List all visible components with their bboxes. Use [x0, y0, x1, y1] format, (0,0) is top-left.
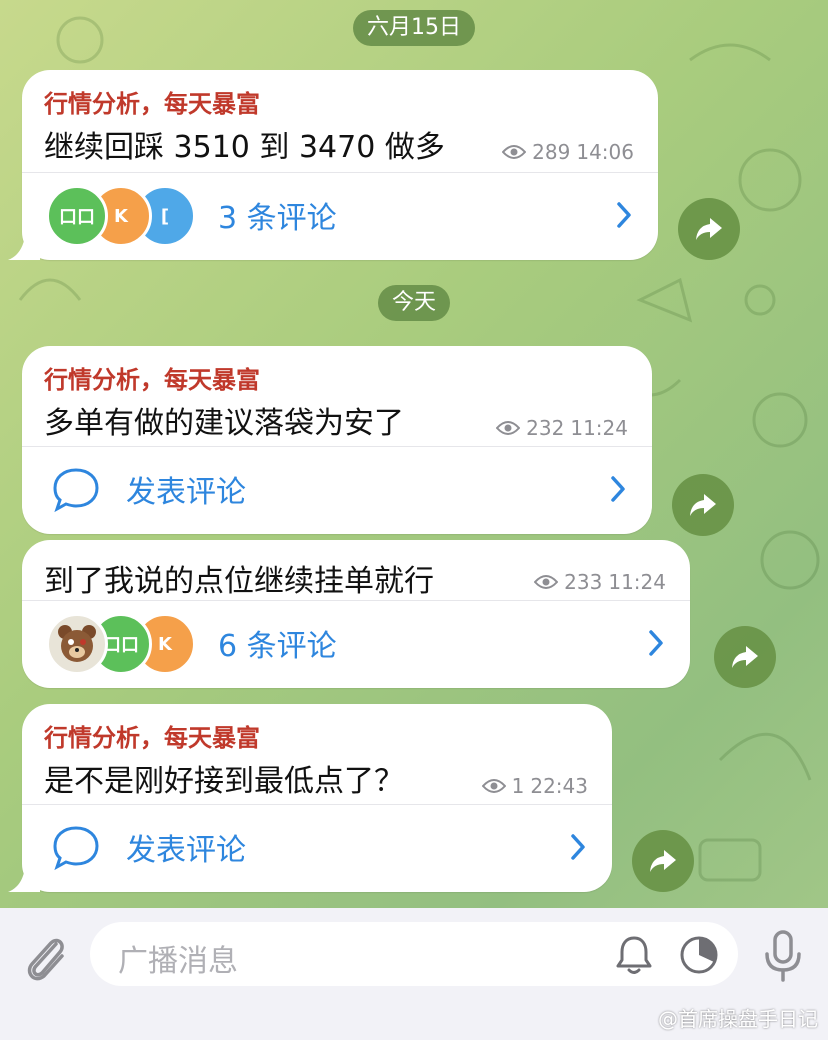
share-button[interactable]: [714, 626, 776, 688]
commenter-avatars: 口口 K: [46, 613, 196, 677]
add-comment-link[interactable]: 发表评论: [126, 467, 246, 511]
message-meta: 289 14:06: [502, 140, 634, 164]
comments-count-link[interactable]: 6 条评论: [218, 621, 337, 665]
message-bubble[interactable]: 行情分析，每天暴富 继续回踩 3510 到 3470 做多 289 14:06 …: [22, 70, 658, 260]
microphone-icon[interactable]: [760, 928, 806, 984]
date-separator: 今天: [377, 285, 451, 321]
watermark: @首席操盘手日记: [658, 1007, 818, 1031]
speech-bubble-icon: [53, 826, 99, 871]
composer-bar: 广播消息 @首席操盘手日记: [0, 908, 828, 1040]
eye-icon: [534, 575, 559, 589]
view-count: 232: [526, 416, 565, 440]
sender-name: 行情分析，每天暴富: [44, 90, 260, 118]
view-count: 233: [564, 570, 603, 594]
add-comment-link[interactable]: 发表评论: [126, 825, 246, 869]
eye-icon: [481, 779, 506, 793]
share-forward-icon: [696, 218, 722, 240]
message-text: 到了我说的点位继续挂单就行: [44, 564, 434, 599]
comments-row[interactable]: 发表评论: [22, 447, 652, 533]
broadcast-input[interactable]: 广播消息: [90, 922, 738, 986]
share-button[interactable]: [672, 474, 734, 536]
timer-icon[interactable]: [678, 934, 720, 976]
comments-row[interactable]: 口口 K 6 条评论: [22, 601, 690, 687]
date-separator: 六月15日: [353, 10, 475, 46]
share-button[interactable]: [632, 830, 694, 892]
sender-name: 行情分析，每天暴富: [44, 366, 260, 394]
chevron-right-icon[interactable]: [570, 833, 586, 861]
message-meta: 233 11:24: [534, 570, 666, 594]
chevron-right-icon[interactable]: [610, 475, 626, 503]
view-count: 289: [532, 140, 571, 164]
chevron-right-icon[interactable]: [616, 201, 632, 229]
comments-row[interactable]: 口口 K [ 3 条评论: [22, 173, 658, 259]
comments-row[interactable]: 发表评论: [22, 805, 612, 891]
chevron-right-icon[interactable]: [648, 629, 664, 657]
comments-count-link[interactable]: 3 条评论: [218, 193, 337, 237]
message-text: 多单有做的建议落袋为安了: [44, 406, 404, 441]
message-text: 继续回踩 3510 到 3470 做多: [44, 130, 445, 165]
message-bubble[interactable]: 行情分析，每天暴富 多单有做的建议落袋为安了 232 11:24 发表评论: [22, 346, 652, 534]
eye-icon: [502, 145, 527, 159]
share-forward-icon: [732, 646, 758, 668]
message-time: 22:43: [530, 774, 588, 798]
message-text: 是不是刚好接到最低点了？: [44, 764, 404, 799]
message-time: 11:24: [608, 570, 666, 594]
message-meta: 1 22:43: [481, 774, 588, 798]
share-forward-icon: [690, 494, 716, 516]
paperclip-icon[interactable]: [22, 930, 70, 984]
eye-icon: [496, 421, 521, 435]
view-count: 1: [511, 774, 525, 798]
message-time: 11:24: [570, 416, 628, 440]
message-time: 14:06: [576, 140, 634, 164]
input-placeholder: 广播消息: [118, 944, 238, 979]
sender-name: 行情分析，每天暴富: [44, 724, 260, 752]
message-bubble[interactable]: 到了我说的点位继续挂单就行 233 11:24 口口 K 6 条评论: [22, 540, 690, 688]
avatar-bear: [46, 613, 108, 675]
message-bubble[interactable]: 行情分析，每天暴富 是不是刚好接到最低点了？ 1 22:43 发表评论: [22, 704, 612, 892]
share-forward-icon: [650, 850, 676, 872]
avatar: 口口: [46, 185, 108, 247]
message-meta: 232 11:24: [496, 416, 628, 440]
speech-bubble-icon: [53, 468, 99, 513]
bear-icon: [58, 625, 96, 662]
bell-icon[interactable]: [614, 934, 654, 976]
share-button[interactable]: [678, 198, 740, 260]
commenter-avatars: 口口 K [: [46, 185, 196, 249]
